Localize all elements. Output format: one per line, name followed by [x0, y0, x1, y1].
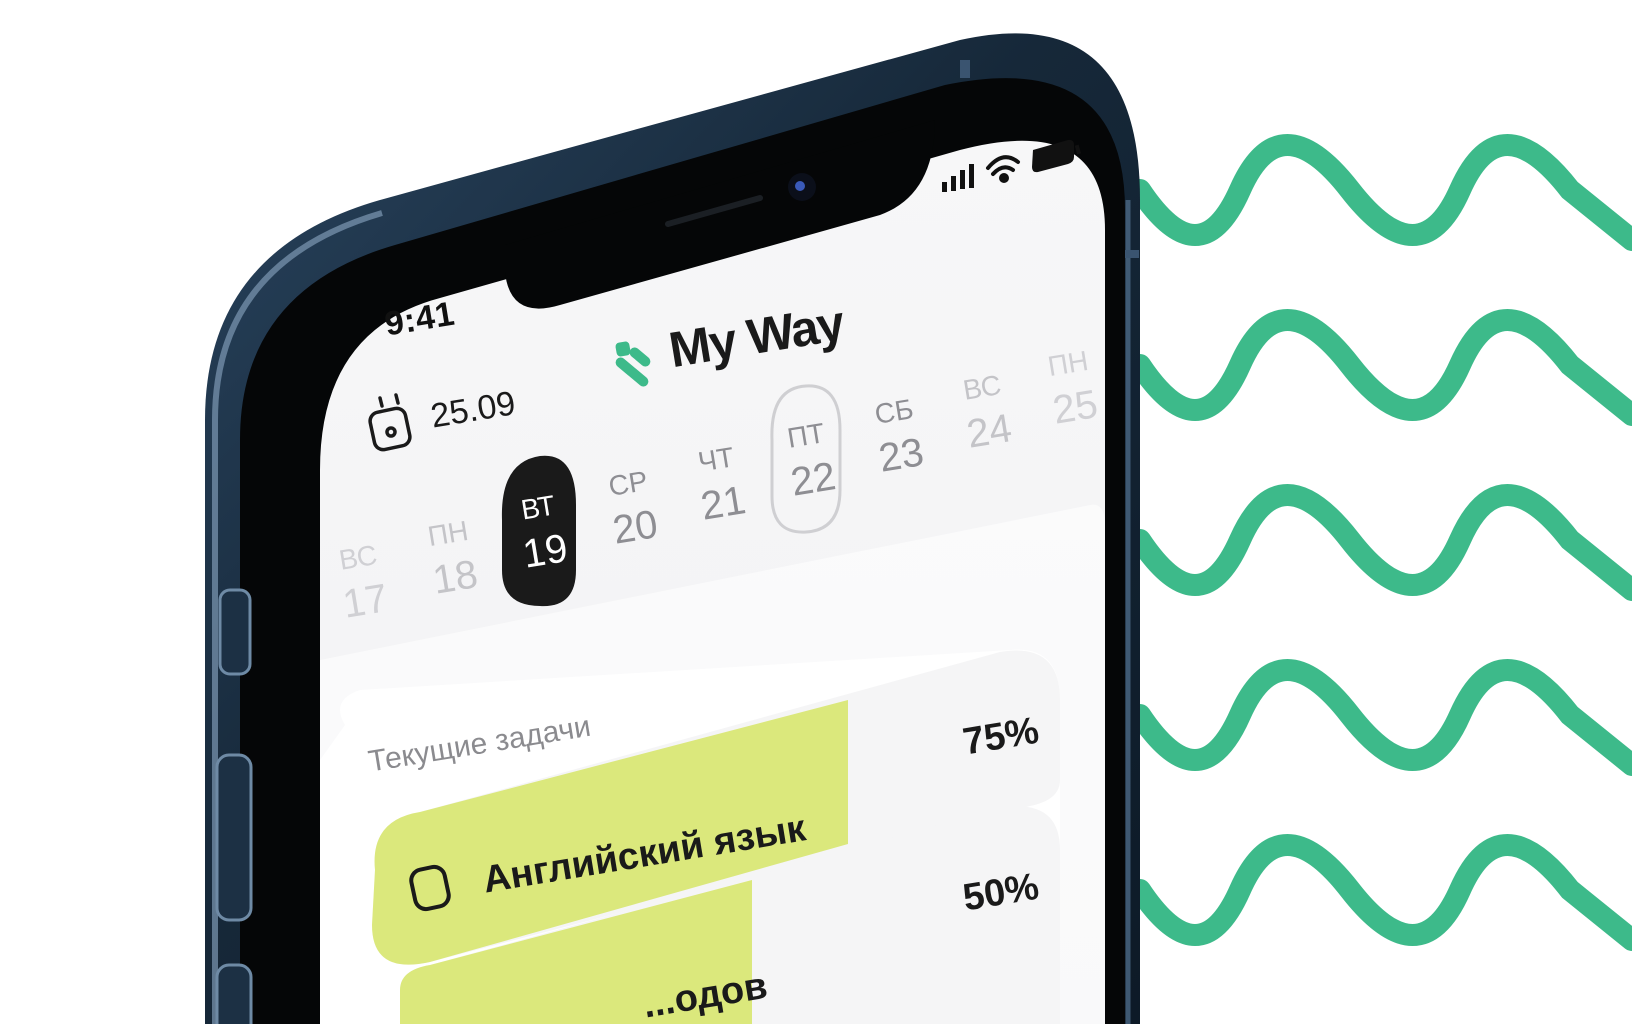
volume-down-button: [215, 963, 253, 1024]
volume-up-button: [215, 753, 253, 922]
mute-switch: [218, 588, 252, 676]
phone-mockup: [205, 33, 1140, 1024]
marketing-stage: 9:41 My Way 25.09 ВС 17 ПН 18 ВТ 19 СР 2…: [0, 0, 1632, 1024]
selected-day-pill: [501, 455, 576, 607]
